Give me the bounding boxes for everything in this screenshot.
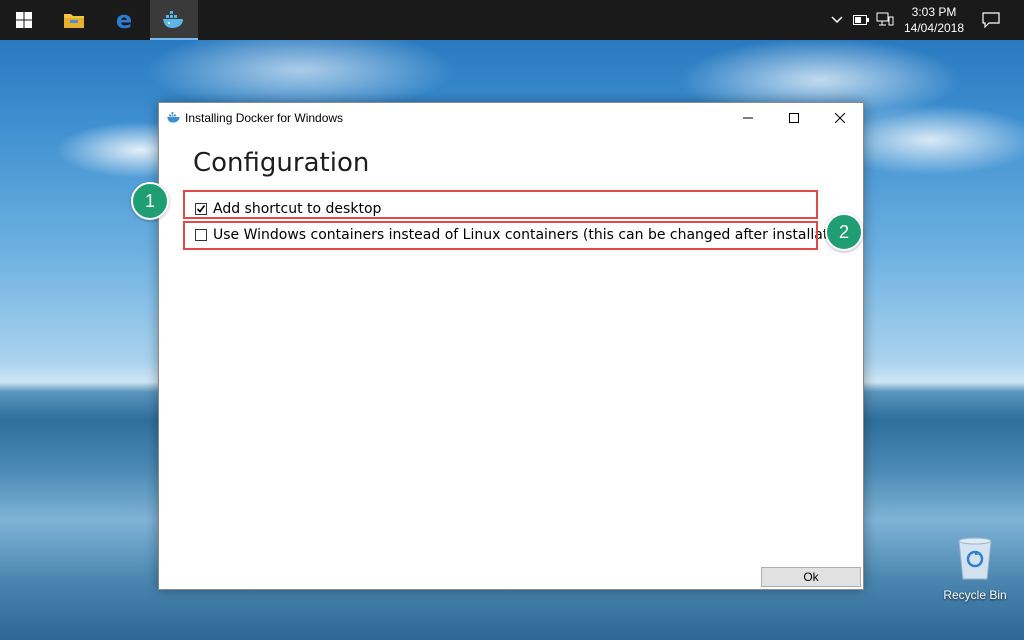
action-center-button[interactable] xyxy=(976,0,1006,40)
edge-icon: e xyxy=(115,6,133,34)
network-button[interactable] xyxy=(874,0,896,40)
maximize-button[interactable] xyxy=(771,103,817,133)
page-title: Configuration xyxy=(193,148,370,178)
installer-window: Installing Docker for Windows Configurat… xyxy=(158,102,864,590)
close-button[interactable] xyxy=(817,103,863,133)
minimize-button[interactable] xyxy=(725,103,771,133)
file-explorer-button[interactable] xyxy=(50,0,98,40)
taskbar: e 3:03 PM 14/04/2018 xyxy=(0,0,1024,40)
close-icon xyxy=(835,113,845,123)
network-icon xyxy=(876,12,894,26)
clock-time: 3:03 PM xyxy=(911,5,957,19)
recycle-bin[interactable]: Recycle Bin xyxy=(940,535,1010,602)
start-button[interactable] xyxy=(0,0,48,40)
windows-start-icon xyxy=(16,12,32,28)
folder-icon xyxy=(64,14,84,28)
callout-highlight-2 xyxy=(183,221,818,250)
docker-whale-icon xyxy=(163,11,183,28)
callout-number-1: 1 xyxy=(131,182,169,220)
recycle-bin-label: Recycle Bin xyxy=(943,588,1007,602)
clock-date: 14/04/2018 xyxy=(903,21,965,35)
maximize-icon xyxy=(789,113,799,123)
recycle-bin-icon xyxy=(958,537,992,580)
show-hidden-icons-button[interactable] xyxy=(828,0,846,40)
ok-button[interactable]: Ok xyxy=(761,567,861,587)
title-bar[interactable]: Installing Docker for Windows xyxy=(159,103,863,133)
clock[interactable]: 3:03 PM 14/04/2018 xyxy=(894,4,974,36)
docker-whale-icon xyxy=(167,112,180,123)
callout-number-2: 2 xyxy=(825,213,863,251)
minimize-icon xyxy=(743,117,753,119)
chevron-up-icon xyxy=(831,16,843,24)
docker-taskbar-button[interactable] xyxy=(150,0,198,40)
window-title: Installing Docker for Windows xyxy=(185,111,344,125)
callout-highlight-1 xyxy=(183,190,818,219)
battery-icon xyxy=(853,15,869,25)
edge-button[interactable]: e xyxy=(100,0,148,40)
battery-button[interactable] xyxy=(852,0,870,40)
notification-icon xyxy=(982,12,1000,28)
